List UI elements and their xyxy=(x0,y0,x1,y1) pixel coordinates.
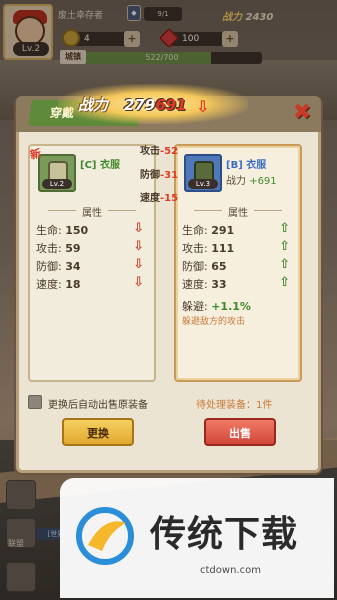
dodge-description: 躲避敌方的攻击 xyxy=(182,317,246,327)
watermark-title: 传统下载 xyxy=(150,514,299,555)
auto-sell-label: 更换后自动出售原装备 xyxy=(48,400,148,411)
arrow-up-icon: ⇧ xyxy=(279,239,290,254)
dodge-value: +1.1% xyxy=(211,300,251,313)
candidate-equipment-card: Lv.3 [B] 衣服 战力 +691 属性 生命: 291 ⇧ 攻击: 111 ⇧… xyxy=(174,144,302,382)
arrow-down-icon: ⇩ xyxy=(133,239,144,254)
stat-value: 33 xyxy=(211,278,227,291)
stat-value: 150 xyxy=(65,224,89,237)
diff-value: -15 xyxy=(160,193,179,204)
banner-power-value-red: 691 xyxy=(155,96,187,114)
candidate-item-name: [B] 衣服 xyxy=(226,160,267,171)
candidate-stat-atk: 攻击: 111 ⇧ xyxy=(182,239,296,256)
stat-value: 111 xyxy=(211,242,235,255)
candidate-attributes-title: 属性 xyxy=(176,204,300,219)
candidate-power-label: 战力 xyxy=(226,176,246,187)
sell-button[interactable]: 出售 xyxy=(204,418,276,446)
diff-label: 速度 xyxy=(140,193,160,204)
current-stat-hp: 生命: 150 ⇩ xyxy=(36,221,150,238)
arrow-up-icon: ⇧ xyxy=(279,275,290,290)
current-stat-def: 防御: 34 ⇩ xyxy=(36,257,150,274)
candidate-item-level: Lv.3 xyxy=(188,179,218,189)
banner-power-value: 279691 xyxy=(124,96,187,114)
candidate-stat-spd: 速度: 33 ⇧ xyxy=(182,275,296,292)
banner-power-label: 战力 xyxy=(78,96,109,114)
arrow-up-icon: ⇧ xyxy=(279,221,290,236)
watermark-logo-icon xyxy=(76,507,134,565)
stat-label: 生命: xyxy=(36,224,62,237)
power-down-arrow-icon: ⇩ xyxy=(196,97,210,116)
candidate-power-diff: +691 xyxy=(249,176,277,187)
arrow-down-icon: ⇩ xyxy=(133,221,144,236)
dodge-label: 躲避: xyxy=(182,300,208,313)
candidate-power: 战力 +691 xyxy=(226,172,277,187)
banner-power-value-prefix: 279 xyxy=(124,96,156,114)
watermark-url: ctdown.com xyxy=(200,565,261,576)
stat-label: 防御: xyxy=(182,260,208,273)
diff-attack: 攻击-52 xyxy=(140,142,178,157)
diff-label: 防御 xyxy=(140,170,160,181)
stat-label: 攻击: xyxy=(182,242,208,255)
stat-value: 18 xyxy=(65,278,81,291)
current-item-level: Lv.2 xyxy=(42,179,72,189)
stat-label: 生命: xyxy=(182,224,208,237)
stat-label: 攻击: xyxy=(36,242,62,255)
candidate-stat-def: 防御: 65 ⇧ xyxy=(182,257,296,274)
stat-label: 防御: xyxy=(36,260,62,273)
candidate-stat-hp: 生命: 291 ⇧ xyxy=(182,221,296,238)
diff-label: 攻击 xyxy=(140,146,160,157)
arrow-up-icon: ⇧ xyxy=(279,257,290,272)
current-stat-spd: 速度: 18 ⇩ xyxy=(36,275,150,292)
pending-equipment-count: 待处理装备：1件 xyxy=(196,400,273,411)
candidate-item-slot[interactable]: Lv.3 xyxy=(184,154,222,192)
diff-speed: 速度-15 xyxy=(140,189,178,204)
swap-button[interactable]: 更换 xyxy=(62,418,134,446)
stat-label: 速度: xyxy=(36,278,62,291)
diff-value: -52 xyxy=(160,146,179,157)
stat-value: 291 xyxy=(211,224,235,237)
close-icon[interactable]: ✖ xyxy=(290,102,314,126)
stat-value: 65 xyxy=(211,260,227,273)
candidate-dodge: 躲避: +1.1% xyxy=(182,298,251,314)
stat-label: 速度: xyxy=(182,278,208,291)
arrow-down-icon: ⇩ xyxy=(133,257,144,272)
current-item-slot[interactable]: Lv.2 xyxy=(38,154,76,192)
diff-value: -31 xyxy=(160,170,179,181)
arrow-down-icon: ⇩ xyxy=(133,275,144,290)
auto-sell-checkbox[interactable] xyxy=(28,395,42,409)
current-equipment-card: Lv.2 [C] 衣服 属性 生命: 150 ⇩ 攻击: 59 ⇩ 防御: 34 ⇩ … xyxy=(28,144,156,382)
stat-value: 34 xyxy=(65,260,81,273)
current-stat-atk: 攻击: 59 ⇩ xyxy=(36,239,150,256)
current-attributes-title: 属性 xyxy=(30,204,154,219)
current-item-name: [C] 衣服 xyxy=(80,160,120,171)
diff-defense: 防御-31 xyxy=(140,166,178,181)
stat-value: 59 xyxy=(65,242,81,255)
